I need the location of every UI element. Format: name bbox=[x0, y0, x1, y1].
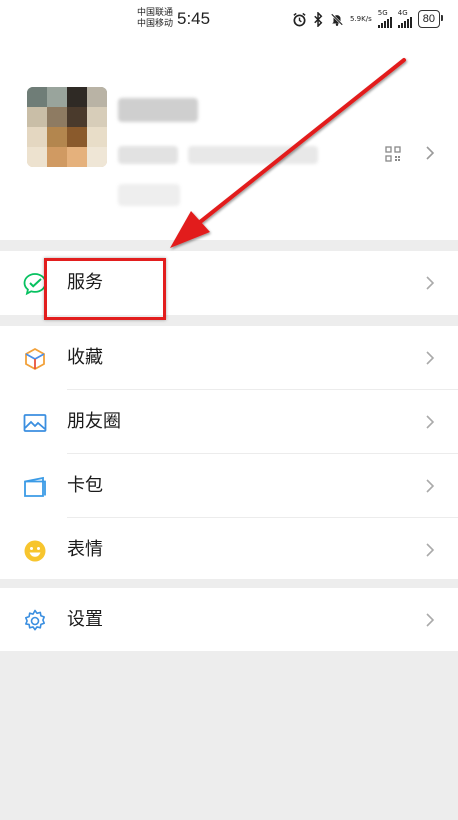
cube-icon bbox=[25, 347, 45, 371]
signal-1-tag: 5G bbox=[377, 9, 388, 17]
profile-id-redacted-2 bbox=[188, 146, 318, 164]
menu-label-moments: 朋友圈 bbox=[67, 411, 121, 432]
menu-label-settings: 设置 bbox=[67, 609, 103, 630]
battery-level: 80 bbox=[422, 13, 435, 25]
mute-bell-icon bbox=[330, 10, 344, 28]
menu-item-cards[interactable]: 卡包 bbox=[0, 454, 458, 518]
net-speed-value: 5.9 bbox=[350, 15, 362, 23]
wallet-icon bbox=[24, 476, 46, 497]
signal-icon: 5G bbox=[377, 9, 392, 28]
profile-name-redacted bbox=[118, 98, 198, 122]
chevron-right-icon bbox=[426, 415, 435, 429]
bluetooth-icon bbox=[313, 10, 324, 28]
profile-header[interactable] bbox=[0, 40, 458, 240]
chevron-right-icon bbox=[426, 613, 435, 627]
chevron-right-icon[interactable] bbox=[423, 144, 437, 162]
alarm-icon bbox=[292, 10, 307, 28]
menu-item-settings[interactable]: 设置 bbox=[0, 588, 458, 652]
battery-icon: 80 bbox=[417, 10, 444, 28]
status-time: 5:45 bbox=[177, 9, 211, 28]
menu-item-favorites[interactable]: 收藏 bbox=[0, 326, 458, 390]
network-speed: 5.9 K/s bbox=[350, 10, 372, 28]
menu-label-cards: 卡包 bbox=[67, 475, 103, 496]
chevron-right-icon bbox=[426, 351, 435, 365]
empty-background bbox=[0, 651, 458, 820]
menu-label-favorites: 收藏 bbox=[67, 347, 103, 368]
menu-label-stickers: 表情 bbox=[67, 539, 103, 560]
section-divider bbox=[0, 240, 458, 251]
signal-2-tag: 4G bbox=[397, 9, 408, 17]
carrier-names: 中国联通 中国移动 bbox=[137, 8, 173, 30]
status-icons: 5.9 K/s 5G 4G 80 bbox=[292, 9, 444, 28]
profile-status-redacted bbox=[118, 184, 180, 206]
profile-id-redacted bbox=[118, 146, 178, 164]
chevron-right-icon bbox=[426, 543, 435, 557]
chevron-right-icon bbox=[426, 276, 435, 290]
smiley-icon bbox=[24, 540, 46, 562]
net-speed-unit: K/s bbox=[361, 15, 372, 23]
menu-item-stickers[interactable]: 表情 bbox=[0, 518, 458, 582]
menu-item-moments[interactable]: 朋友圈 bbox=[0, 390, 458, 454]
chevron-right-icon bbox=[426, 479, 435, 493]
picture-icon bbox=[23, 414, 47, 432]
avatar[interactable] bbox=[27, 87, 107, 167]
signal-icon: 4G bbox=[397, 9, 412, 28]
carrier-1: 中国联通 bbox=[137, 8, 174, 18]
highlight-box bbox=[44, 258, 166, 320]
status-bar: 中国联通 中国移动 5:45 5.9 K/s 5G 4G 80 bbox=[0, 0, 458, 40]
gear-icon bbox=[25, 609, 45, 631]
qr-code-icon[interactable] bbox=[385, 146, 401, 162]
carrier-2: 中国移动 bbox=[137, 19, 174, 29]
